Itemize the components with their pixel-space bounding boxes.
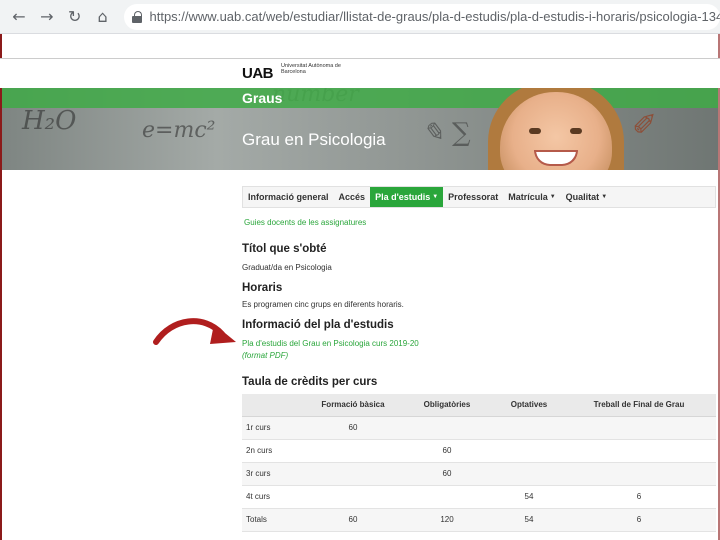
tab-label: Accés — [338, 192, 366, 202]
tab-label: Qualitat — [565, 192, 600, 202]
table-cell: 60 — [398, 439, 496, 463]
table-cell: 3r curs — [242, 462, 308, 486]
table-header-cell: Optatives — [496, 394, 562, 417]
table-cell: 60 — [308, 416, 398, 440]
site-header: UAB Universitat Autònoma de Barcelona — [0, 58, 720, 88]
reload-icon[interactable]: ↻ — [64, 6, 86, 28]
table-cell: 120 — [398, 508, 496, 532]
table-cell: 4t curs — [242, 485, 308, 509]
table-row: Totals 60 120 54 6 — [242, 508, 716, 532]
table-header-cell: Treball de Final de Grau — [562, 394, 716, 417]
pla-heading: Informació del pla d'estudis — [242, 319, 394, 331]
browser-toolbar: ← → ↻ ⌂ https://www.uab.cat/web/estudiar… — [0, 0, 720, 34]
table-header-cell: Obligatòries — [398, 394, 496, 417]
caret-down-icon: ▼ — [601, 194, 608, 200]
table-cell — [562, 439, 716, 463]
table-row: 4t curs 54 6 — [242, 485, 716, 509]
tab-informacio-general[interactable]: Informació general — [243, 187, 334, 207]
doodle-formula-icon: e=mc² — [142, 118, 216, 143]
table-cell: 60 — [398, 462, 496, 486]
table-cell: 1r curs — [242, 416, 308, 440]
lock-icon — [131, 10, 142, 23]
table-cell — [562, 416, 716, 440]
table-cell — [308, 485, 398, 509]
tab-label: Professorat — [448, 192, 499, 202]
table-cell — [496, 416, 562, 440]
titol-text: Graduat/da en Psicologia — [242, 263, 332, 272]
table-cell: Totals — [242, 508, 308, 532]
horaris-text: Es programen cinc grups en diferents hor… — [242, 300, 404, 309]
tab-professorat[interactable]: Professorat — [443, 187, 503, 207]
home-icon[interactable]: ⌂ — [92, 6, 114, 28]
tab-acces[interactable]: Accés — [334, 187, 371, 207]
banner-section-label: Graus — [242, 90, 283, 106]
tab-matricula[interactable]: Matrícula ▼ — [503, 187, 560, 207]
hero-banner: H₂O e=mc² number ✎ ∑ Graus Grau en Psico… — [2, 88, 718, 170]
page-title: Grau en Psicologia — [242, 130, 386, 149]
table-cell — [496, 462, 562, 486]
table-row: 2n curs 60 — [242, 439, 716, 463]
table-row: 3r curs 60 — [242, 462, 716, 486]
tab-label: Pla d'estudis — [375, 192, 431, 202]
guides-link[interactable]: Guies docents de les assignatures — [244, 218, 366, 227]
tab-pla-d-estudis[interactable]: Pla d'estudis ▼ — [370, 187, 444, 207]
table-cell: 2n curs — [242, 439, 308, 463]
uab-logo-subtitle: Universitat Autònoma de Barcelona — [281, 63, 341, 75]
doodle-h2o-icon: H₂O — [22, 106, 77, 136]
student-eye-left — [529, 128, 541, 134]
tab-qualitat[interactable]: Qualitat ▼ — [561, 187, 612, 207]
table-cell: 54 — [496, 508, 562, 532]
table-cell: 6 — [562, 485, 716, 509]
caret-down-icon: ▼ — [549, 194, 556, 200]
table-cell: 6 — [562, 508, 716, 532]
pla-format-label: (format PDF) — [242, 351, 289, 360]
url-text: https://www.uab.cat/web/estudiar/llistat… — [149, 9, 720, 24]
paintbrush-icon: ✐ — [632, 108, 658, 143]
uab-logo[interactable]: UAB — [242, 65, 274, 82]
table-cell — [398, 416, 496, 440]
table-cell — [308, 439, 398, 463]
taula-heading: Taula de crèdits per curs — [242, 376, 378, 388]
doodle-pencil-icon: ✎ ∑ — [422, 118, 471, 148]
pla-pdf-link[interactable]: Pla d'estudis del Grau en Psicologia cur… — [242, 339, 419, 348]
table-cell — [562, 462, 716, 486]
credits-table: Formació bàsica Obligatòries Optatives T… — [242, 394, 716, 532]
red-arrow-icon — [153, 318, 236, 345]
table-cell: 60 — [308, 508, 398, 532]
address-bar[interactable]: https://www.uab.cat/web/estudiar/llistat… — [123, 3, 720, 30]
table-header-row: Formació bàsica Obligatòries Optatives T… — [242, 394, 716, 417]
table-cell — [398, 485, 496, 509]
tab-label: Informació general — [248, 192, 329, 202]
forward-arrow-icon[interactable]: → — [36, 6, 58, 28]
section-tabs: Informació general Accés Pla d'estudis ▼ … — [242, 186, 716, 208]
table-cell: 54 — [496, 485, 562, 509]
tab-label: Matrícula — [508, 192, 548, 202]
back-arrow-icon[interactable]: ← — [8, 6, 30, 28]
horaris-heading: Horaris — [242, 282, 283, 294]
titol-heading: Títol que s'obté — [242, 243, 327, 255]
table-row: 1r curs 60 — [242, 416, 716, 440]
table-cell — [308, 462, 398, 486]
student-eye-right — [570, 128, 582, 134]
table-header-cell: Formació bàsica — [308, 394, 398, 417]
table-cell — [496, 439, 562, 463]
caret-down-icon: ▼ — [432, 194, 439, 200]
table-header-cell — [242, 394, 308, 417]
